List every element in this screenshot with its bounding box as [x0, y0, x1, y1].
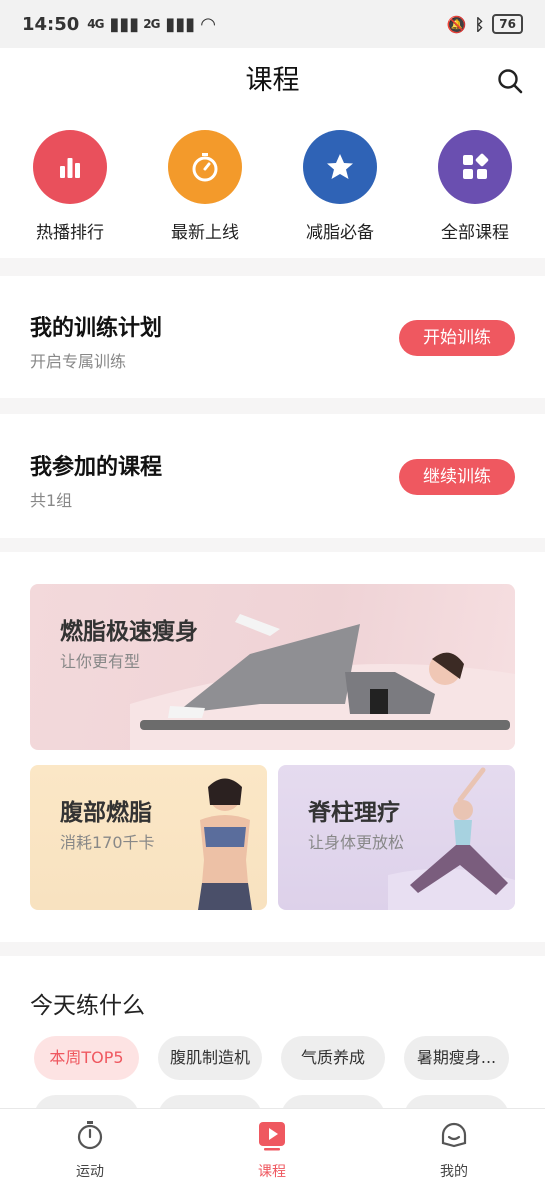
quick-link-newest[interactable]: 最新上线: [150, 130, 260, 243]
stopwatch-icon: [77, 1121, 103, 1150]
grid-icon: [438, 130, 512, 204]
stopwatch-icon: [168, 130, 242, 204]
tab-sport[interactable]: 运动: [30, 1119, 150, 1181]
page-title: 课程: [245, 65, 300, 96]
bar-chart-icon: [33, 130, 107, 204]
training-plan-title: 我的训练计划: [30, 316, 163, 341]
status-time: 14:50: [22, 13, 80, 35]
banner-title: 腹部燃脂: [60, 800, 152, 826]
banner-fat-burn[interactable]: 燃脂极速瘦身 让你更有型: [30, 584, 515, 750]
star-icon: [303, 130, 377, 204]
today-section: 今天练什么 本周TOP5 腹肌制造机 气质养成 暑期瘦身...: [0, 956, 545, 1139]
woman-stretch-illustration: [388, 767, 515, 910]
quick-link-all-courses[interactable]: 全部课程: [420, 130, 530, 243]
chip-temperament[interactable]: 气质养成: [281, 1036, 385, 1080]
quick-link-label: 热播排行: [36, 223, 104, 243]
banner-ab-burn[interactable]: 腹部燃脂 消耗170千卡: [30, 765, 267, 910]
play-icon: [259, 1122, 285, 1151]
chip-summer-slim[interactable]: 暑期瘦身...: [404, 1036, 509, 1080]
mute-icon: 🔕: [446, 14, 467, 34]
profile-face-icon: [441, 1122, 467, 1148]
signal-4g-label: 4G: [87, 17, 104, 31]
quick-link-label: 最新上线: [171, 223, 239, 243]
search-icon[interactable]: [497, 68, 523, 94]
battery-level: 76: [492, 14, 523, 34]
chip-top5[interactable]: 本周TOP5: [34, 1036, 139, 1080]
tab-label: 运动: [76, 1164, 104, 1180]
tab-label: 课程: [258, 1164, 286, 1180]
signal-bars-icon-2: ▮▮▮: [165, 13, 196, 35]
bottom-tab-bar: 运动 课程 我的: [0, 1108, 545, 1182]
signal-bars-icon: ▮▮▮: [109, 13, 140, 35]
signal-2g-label: 2G: [143, 17, 160, 31]
banner-subtitle: 消耗170千卡: [60, 833, 155, 852]
tab-me[interactable]: 我的: [394, 1119, 514, 1181]
today-title: 今天练什么: [30, 993, 145, 1019]
training-plan-subtitle: 开启专属训练: [30, 352, 127, 371]
quick-link-label: 减脂必备: [306, 223, 374, 243]
joined-courses-title: 我参加的课程: [30, 455, 163, 480]
continue-training-button[interactable]: 继续训练: [399, 459, 515, 495]
start-training-button[interactable]: 开始训练: [399, 320, 515, 356]
woman-abs-illustration: [198, 778, 252, 910]
joined-courses-card: 我参加的课程 共1组 继续训练: [0, 414, 545, 538]
quick-link-hot-ranking[interactable]: 热播排行: [15, 130, 125, 243]
status-bar: 14:50 4G ▮▮▮ 2G ▮▮▮ ◠ 🔕 ᛒ 76: [0, 0, 545, 48]
wifi-icon: ◠: [201, 13, 215, 35]
bluetooth-icon: ᛒ: [474, 14, 485, 34]
banner-title: 脊柱理疗: [308, 800, 400, 826]
tab-courses[interactable]: 课程: [212, 1119, 332, 1181]
quick-link-fat-loss[interactable]: 减脂必备: [285, 130, 395, 243]
training-plan-card: 我的训练计划 开启专属训练 开始训练: [0, 276, 545, 398]
chip-abs-maker[interactable]: 腹肌制造机: [158, 1036, 262, 1080]
banner-spine-therapy[interactable]: 脊柱理疗 让身体更放松: [278, 765, 515, 910]
page-header: 课程: [0, 48, 545, 114]
woman-crunch-illustration: [130, 614, 515, 750]
banner-subtitle: 让你更有型: [60, 652, 141, 671]
quick-links: 热播排行 最新上线 减脂必备 全部课程: [0, 114, 545, 258]
banner-section: 燃脂极速瘦身 让你更有型 腹部燃脂 消耗170千卡 脊柱理疗 让身体更放松: [0, 552, 545, 942]
quick-link-label: 全部课程: [441, 223, 509, 243]
joined-courses-count: 共1组: [30, 491, 73, 510]
tab-label: 我的: [440, 1164, 468, 1180]
